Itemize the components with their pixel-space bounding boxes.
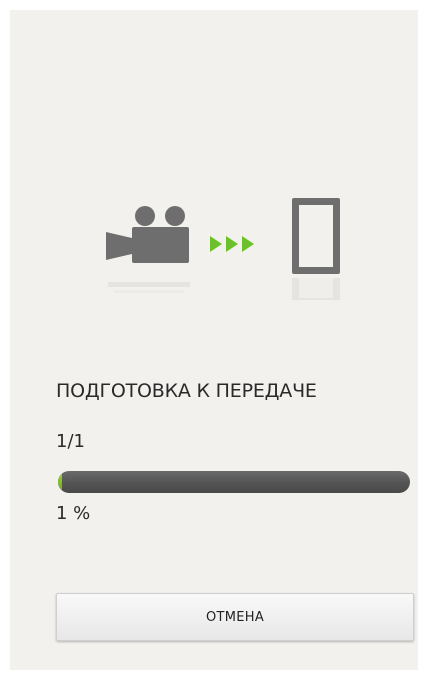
progress-bar xyxy=(58,471,410,493)
transfer-screen: ПОДГОТОВКА К ПЕРЕДАЧЕ 1/1 1 % ОТМЕНА xyxy=(10,10,418,670)
status-title: ПОДГОТОВКА К ПЕРЕДАЧЕ xyxy=(56,380,317,402)
arrows-icon xyxy=(210,236,254,252)
file-counter: 1/1 xyxy=(56,431,85,452)
video-camera-icon xyxy=(106,206,190,293)
smartphone-icon xyxy=(292,198,340,300)
progress-percent: 1 % xyxy=(56,503,91,524)
cancel-button[interactable]: ОТМЕНА xyxy=(56,593,414,641)
transfer-illustration xyxy=(10,190,418,320)
progress-bar-fill xyxy=(58,471,62,493)
